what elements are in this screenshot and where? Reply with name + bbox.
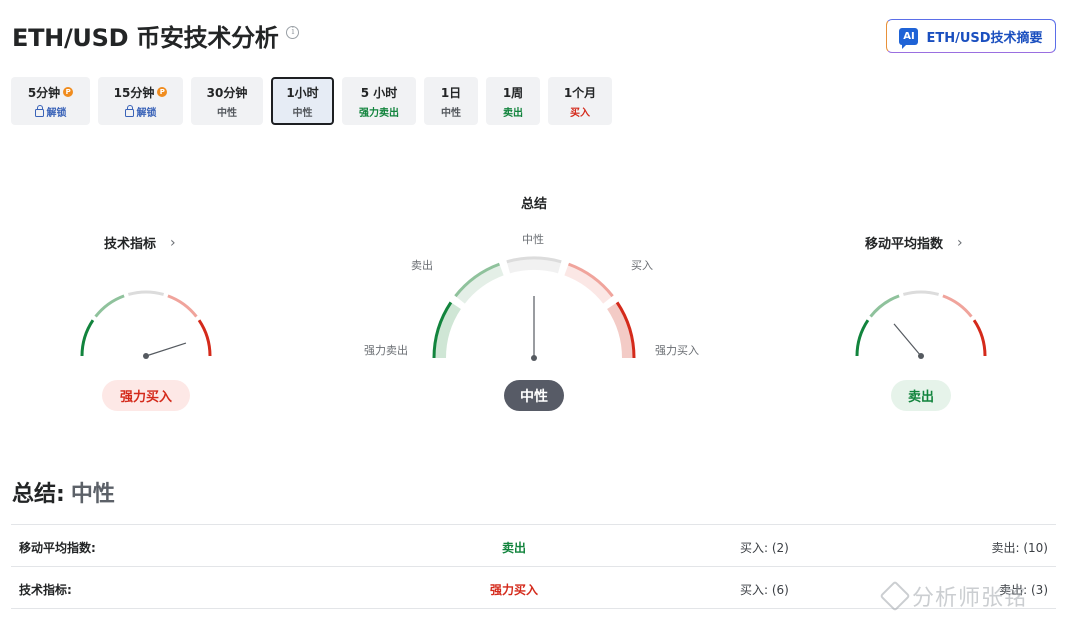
watermark-logo-icon bbox=[879, 580, 911, 612]
tab-15min[interactable]: 15分钟 P 解锁 bbox=[98, 77, 183, 125]
gauge-band-buy bbox=[564, 264, 613, 304]
tab-5hour[interactable]: 5 小时 强力卖出 bbox=[342, 77, 416, 125]
gauge-segment-buy bbox=[942, 294, 973, 318]
tab-1month[interactable]: 1个月 买入 bbox=[548, 77, 612, 125]
tab-signal: 卖出 bbox=[503, 107, 523, 119]
gauge-segment-strong-buy bbox=[197, 319, 212, 357]
tab-label: 1周 bbox=[502, 85, 524, 100]
gauge-title: 移动平均指数 bbox=[865, 237, 944, 252]
gauge-segment-strong-sell bbox=[80, 319, 95, 357]
gauge-needle bbox=[893, 323, 922, 357]
summary-verdict-badge: 中性 bbox=[504, 380, 564, 411]
technical-gauge bbox=[80, 290, 212, 359]
gauge-segment-strong-buy bbox=[972, 319, 987, 357]
tab-signal: 强力卖出 bbox=[359, 107, 399, 119]
row-verdict: 强力买入 bbox=[489, 583, 538, 597]
gauge-pivot bbox=[918, 353, 924, 359]
moving-averages-link[interactable]: 移动平均指数 › bbox=[865, 233, 963, 253]
tab-label: 1日 bbox=[440, 85, 462, 100]
label-strong-buy: 强力买入 bbox=[655, 344, 699, 357]
gauge-segment-neutral bbox=[127, 290, 165, 296]
lock-icon bbox=[124, 104, 134, 117]
watermark: 分析师张铭 bbox=[879, 580, 1028, 612]
watermark-text: 分析师张铭 bbox=[912, 586, 1028, 611]
tab-5min[interactable]: 5分钟 P 解锁 bbox=[11, 77, 90, 125]
pro-icon: P bbox=[157, 87, 168, 97]
gauge-pivot bbox=[143, 353, 149, 359]
tab-1day[interactable]: 1日 中性 bbox=[424, 77, 478, 125]
tab-label: 5 小时 bbox=[360, 85, 398, 100]
chevron-right-icon: › bbox=[170, 234, 176, 251]
tab-unlock[interactable]: 解锁 bbox=[34, 104, 67, 119]
timeframe-tabs: 5分钟 P 解锁 15分钟 P 解锁 30分钟 中性 1小时 中性 5 小时 强力卖… bbox=[11, 77, 612, 125]
gauge-segment-sell bbox=[94, 294, 125, 318]
gauge-segment-strong-sell bbox=[855, 319, 870, 357]
summary-gauge bbox=[432, 256, 636, 361]
gauge-pivot bbox=[531, 355, 537, 361]
tab-signal: 买入 bbox=[570, 107, 590, 119]
ai-icon: AI bbox=[899, 27, 919, 49]
technical-indicators-link[interactable]: 技术指标 › bbox=[104, 233, 176, 253]
row-buy-count: 买入: (2) bbox=[740, 541, 789, 555]
table-row: 移动平均指数: 卖出 买入: (2) 卖出: (10) bbox=[11, 525, 1056, 567]
ai-summary-label: ETH/USD技术摘要 bbox=[926, 30, 1043, 46]
tab-unlock[interactable]: 解锁 bbox=[124, 104, 157, 119]
tab-1hour[interactable]: 1小时 中性 bbox=[271, 77, 334, 125]
label-strong-sell: 强力卖出 bbox=[364, 344, 408, 357]
row-verdict: 卖出 bbox=[501, 541, 526, 555]
gauge-segment-neutral bbox=[902, 290, 940, 296]
tab-label: 1个月 bbox=[563, 85, 597, 100]
gauge-segment-sell bbox=[869, 294, 900, 318]
summary-gauge-title: 总结 bbox=[520, 197, 547, 212]
technical-verdict-badge: 强力买入 bbox=[102, 380, 190, 411]
tab-signal: 中性 bbox=[217, 107, 237, 119]
summary-heading-verdict: 中性 bbox=[70, 482, 115, 507]
tab-signal: 中性 bbox=[292, 107, 313, 119]
tab-label: 1小时 bbox=[286, 85, 319, 100]
tab-label: 30分钟 bbox=[206, 85, 248, 100]
tab-30min[interactable]: 30分钟 中性 bbox=[191, 77, 263, 125]
gauge-segment-buy bbox=[167, 294, 198, 318]
page-title: ETH/USD 币安技术分析 bbox=[12, 24, 279, 52]
info-icon[interactable]: i bbox=[286, 26, 300, 39]
ai-summary-button[interactable]: AI ETH/USD技术摘要 bbox=[886, 19, 1056, 53]
tab-signal: 中性 bbox=[441, 107, 461, 119]
label-neutral: 中性 bbox=[522, 233, 544, 246]
lock-icon bbox=[34, 104, 44, 117]
moving-averages-verdict-badge: 卖出 bbox=[891, 380, 951, 411]
moving-averages-gauge bbox=[855, 290, 987, 359]
row-name: 技术指标: bbox=[19, 583, 72, 597]
row-sell-count: 卖出: (10) bbox=[991, 541, 1049, 555]
pro-icon: P bbox=[63, 87, 74, 97]
tab-label: 15分钟 P bbox=[114, 84, 168, 101]
summary-heading-label: 总结: bbox=[12, 482, 65, 507]
page-header: ETH/USD 币安技术分析 i bbox=[12, 18, 300, 53]
gauge-band-sell bbox=[455, 264, 504, 304]
gauge-title: 技术指标 bbox=[104, 237, 157, 252]
tab-1week[interactable]: 1周 卖出 bbox=[486, 77, 540, 125]
summary-heading: 总结: 中性 bbox=[12, 476, 115, 508]
tab-label: 5分钟 P bbox=[28, 84, 74, 101]
chevron-right-icon: › bbox=[957, 234, 963, 251]
row-name: 移动平均指数: bbox=[19, 541, 96, 555]
row-buy-count: 买入: (6) bbox=[740, 583, 789, 597]
gauge-needle bbox=[145, 342, 187, 357]
